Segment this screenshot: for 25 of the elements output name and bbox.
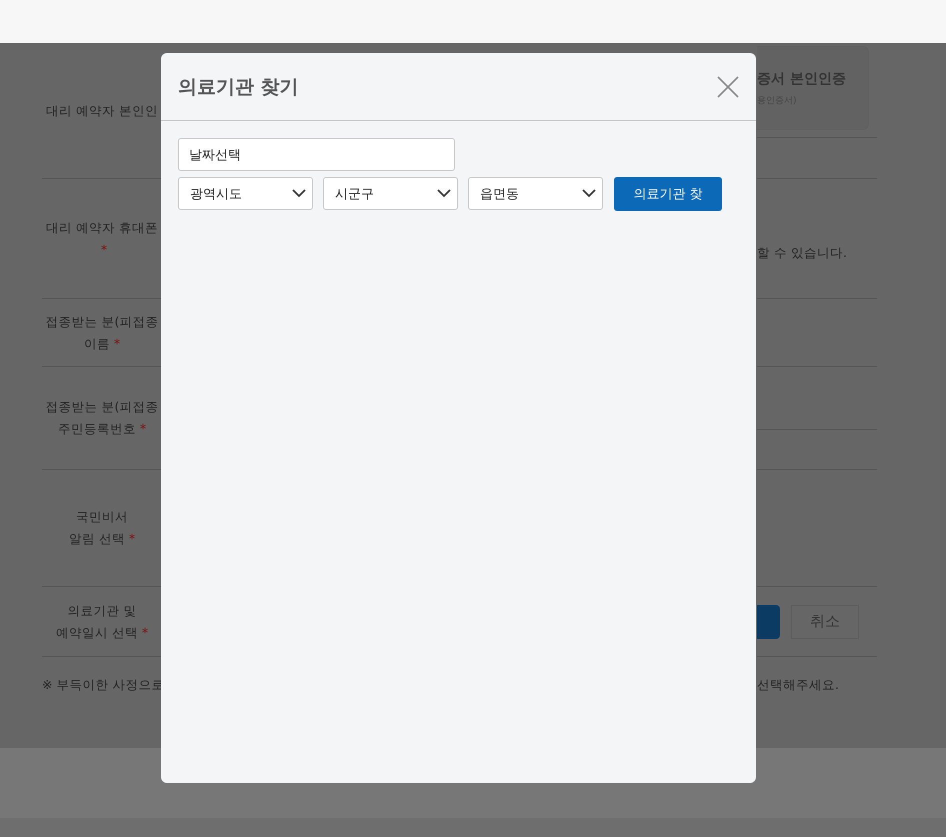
confirm-button[interactable] xyxy=(757,604,780,638)
required-mark: * xyxy=(100,242,108,256)
form-label: 의료기관 및 예약일시 선택 * xyxy=(56,602,148,642)
form-label: 접종받는 분(피접종 주민등록번호 * xyxy=(46,398,158,438)
form-label: 국민비서 알림 선택 * xyxy=(68,508,136,548)
search-hospital-button[interactable]: 의료기관 찾 xyxy=(614,177,722,211)
close-icon[interactable] xyxy=(716,74,740,98)
chevron-down-icon xyxy=(437,189,451,198)
date-field[interactable]: 날짜선택 xyxy=(178,138,455,171)
chevron-down-icon xyxy=(582,189,596,198)
required-mark: * xyxy=(128,531,136,546)
required-mark: * xyxy=(142,624,148,640)
form-label: 대리 예약자 휴대폰 * xyxy=(45,218,159,258)
phone-note: 할 수 있습니다. xyxy=(757,245,847,262)
dropdown-select[interactable]: 광역시도 xyxy=(178,177,313,210)
form-label: 접종받는 분(피접종 이름 * xyxy=(46,312,158,352)
footnote: ※ 부득이한 사정으로 xyxy=(42,677,162,694)
chevron-down-icon xyxy=(292,189,306,198)
footnote-end: 선택해주세요. xyxy=(757,677,840,694)
modal-title: 의료기관 찾기 xyxy=(178,74,299,100)
required-mark: * xyxy=(140,421,146,436)
dropdown-select[interactable]: 읍면동 xyxy=(468,177,603,210)
form-label: 대리 예약자 본인인 xyxy=(46,102,158,120)
dropdown-select[interactable]: 시군구 xyxy=(323,177,458,210)
required-mark: * xyxy=(114,336,120,350)
